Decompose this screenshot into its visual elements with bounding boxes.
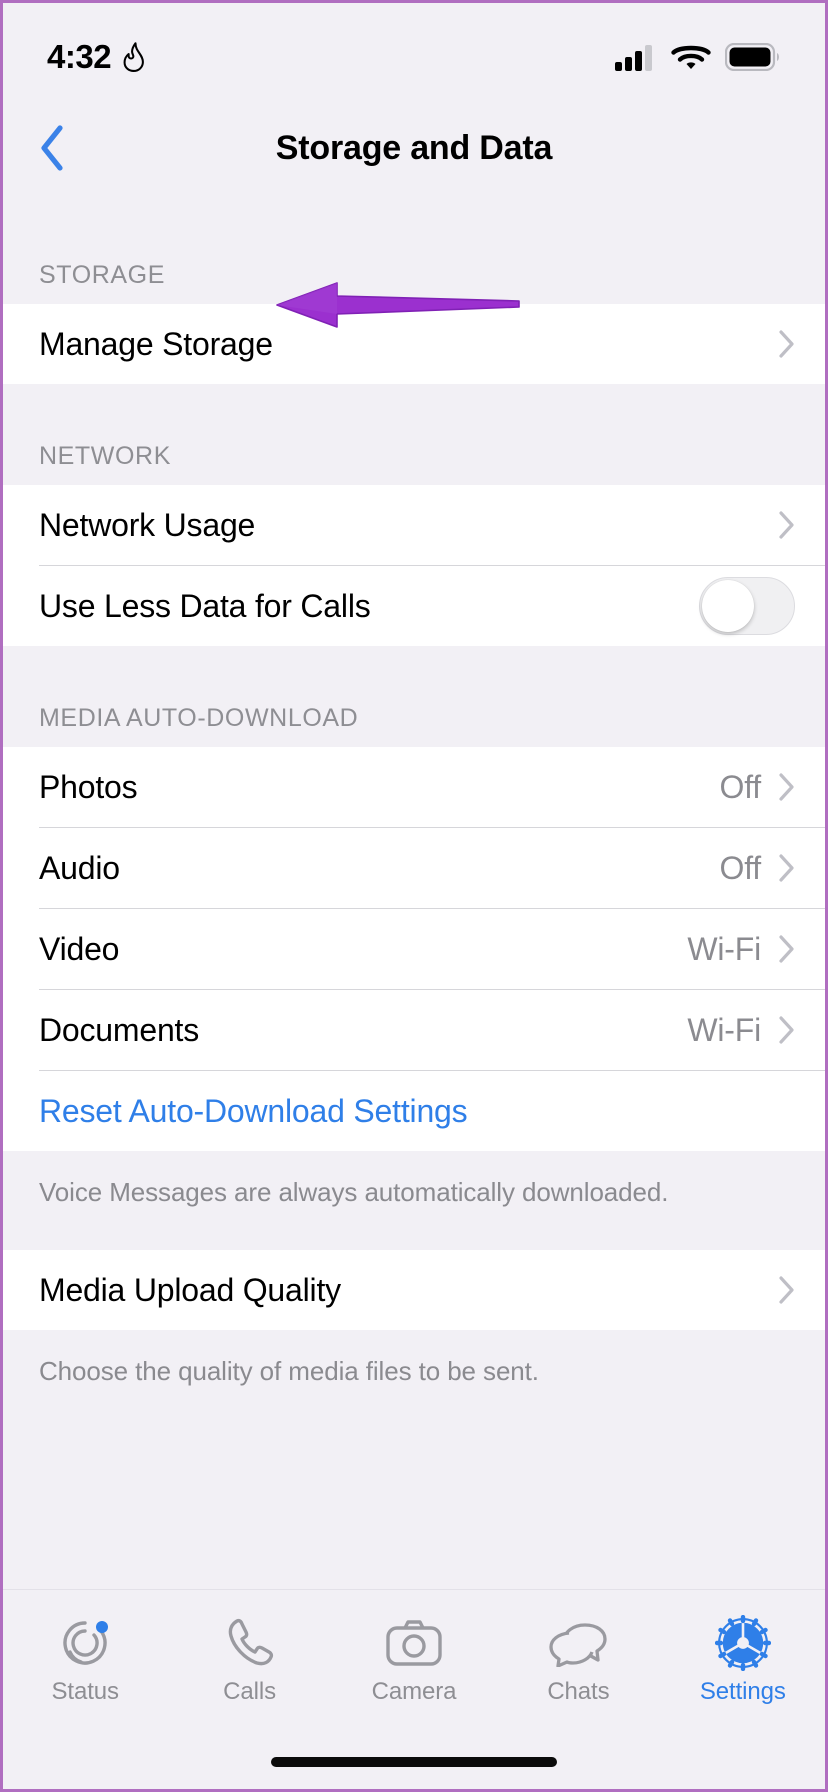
- row-network-usage[interactable]: Network Usage: [3, 485, 825, 565]
- spacer-media: [3, 646, 825, 704]
- status-rings-icon: [63, 1621, 109, 1665]
- phone-icon: [228, 1618, 273, 1666]
- chevron-right-icon: [779, 773, 794, 801]
- media-auto-download-card: Photos Off Audio Off Video Wi-Fi Documen…: [3, 747, 825, 1151]
- status-badge: [96, 1621, 109, 1633]
- row-value: Wi-Fi: [687, 1011, 761, 1048]
- tab-label: Camera: [371, 1678, 457, 1705]
- row-value: Off: [719, 768, 762, 805]
- tab-calls[interactable]: Calls: [167, 1616, 331, 1706]
- chevron-right-icon: [779, 935, 794, 963]
- tab-icon-wrap: [714, 1615, 771, 1671]
- wifi-icon: [671, 45, 711, 69]
- row-documents[interactable]: Documents Wi-Fi: [3, 990, 825, 1070]
- row-manage-storage[interactable]: Manage Storage: [3, 304, 825, 384]
- tab-label: Settings: [699, 1678, 786, 1705]
- spacer-storage: [3, 203, 825, 261]
- reset-auto-download-label: Reset Auto-Download Settings: [39, 1092, 468, 1129]
- page-title: Storage and Data: [275, 128, 553, 167]
- row-label: Use Less Data for Calls: [39, 587, 371, 624]
- tab-icon-wrap: [56, 1616, 114, 1670]
- tab-label: Chats: [547, 1678, 610, 1705]
- row-photos[interactable]: Photos Off: [3, 747, 825, 827]
- spacer-network: [3, 384, 825, 442]
- spacer-upload: [3, 1208, 825, 1250]
- phone-screen: 4:32 Storage and Data STORAGE Manage Sto…: [0, 0, 828, 1792]
- chevron-right-icon: [779, 1276, 794, 1304]
- tab-settings[interactable]: Settings: [661, 1615, 825, 1706]
- tab-icon-wrap: [547, 1616, 609, 1670]
- battery-full-icon: [725, 43, 779, 71]
- chevron-right-icon: [779, 1016, 794, 1044]
- row-video[interactable]: Video Wi-Fi: [3, 909, 825, 989]
- row-label: Network Usage: [39, 506, 256, 543]
- tab-chats[interactable]: Chats: [496, 1616, 660, 1706]
- chevron-right-icon: [779, 854, 794, 882]
- row-label: Media Upload Quality: [39, 1271, 341, 1308]
- gear-icon: [714, 1615, 771, 1671]
- chevron-right-icon: [779, 511, 794, 539]
- footnote-upload-quality: Choose the quality of media files to be …: [39, 1356, 539, 1386]
- section-header-network: NETWORK: [39, 442, 171, 470]
- navigation-bar: Storage and Data: [3, 93, 825, 203]
- camera-icon: [386, 1620, 442, 1666]
- section-header-media-auto-download: MEDIA AUTO-DOWNLOAD: [39, 704, 359, 732]
- status-bar: 4:32: [3, 3, 825, 93]
- tab-label: Calls: [223, 1678, 277, 1705]
- status-bar-right: [615, 42, 781, 72]
- tab-icon-wrap: [385, 1616, 443, 1670]
- row-label: Photos: [39, 768, 138, 805]
- row-label: Audio: [39, 849, 120, 886]
- cellular-signal-icon: [615, 45, 652, 71]
- tab-icon-wrap: [224, 1616, 276, 1670]
- clock-time: 4:32: [47, 38, 112, 75]
- footnote-voice-messages: Voice Messages are always automatically …: [39, 1177, 669, 1207]
- row-value: Off: [719, 849, 762, 886]
- row-reset-auto-download-settings[interactable]: Reset Auto-Download Settings: [3, 1071, 825, 1151]
- row-label: Manage Storage: [39, 325, 273, 362]
- flame-icon: [123, 42, 144, 72]
- row-label: Video: [39, 930, 120, 967]
- tab-label: Status: [51, 1678, 119, 1705]
- use-less-data-toggle[interactable]: [699, 577, 795, 635]
- section-header-storage: STORAGE: [39, 261, 165, 289]
- chat-bubbles-icon: [549, 1623, 608, 1667]
- row-use-less-data-for-calls[interactable]: Use Less Data for Calls: [3, 566, 825, 646]
- row-audio[interactable]: Audio Off: [3, 828, 825, 908]
- row-label: Documents: [39, 1011, 200, 1048]
- home-indicator: [271, 1757, 557, 1767]
- row-media-upload-quality[interactable]: Media Upload Quality: [3, 1250, 825, 1330]
- row-value: Wi-Fi: [687, 930, 761, 967]
- chevron-right-icon: [779, 330, 794, 358]
- status-bar-left: 4:32: [47, 38, 147, 76]
- storage-card: Manage Storage: [3, 304, 825, 384]
- chevron-left-icon: [41, 125, 63, 171]
- tab-bar: Status Calls Camera Chats Settings: [3, 1589, 825, 1789]
- tab-status[interactable]: Status: [3, 1616, 167, 1706]
- media-upload-quality-card: Media Upload Quality: [3, 1250, 825, 1330]
- tab-camera[interactable]: Camera: [332, 1616, 496, 1706]
- network-card: Network Usage Use Less Data for Calls: [3, 485, 825, 646]
- back-button[interactable]: [29, 120, 75, 176]
- toggle-knob: [702, 580, 754, 632]
